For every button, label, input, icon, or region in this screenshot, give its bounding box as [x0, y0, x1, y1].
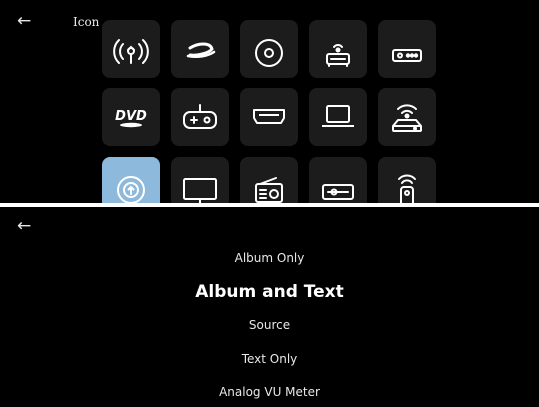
option-album-only[interactable]: Album Only	[0, 251, 539, 265]
icon-tile-network-device[interactable]	[309, 20, 367, 78]
back-arrow-icon[interactable]: ←	[17, 218, 31, 235]
monitor-icon	[183, 178, 217, 203]
icon-tile-antenna-up[interactable]	[102, 20, 160, 78]
gamepad-icon	[183, 104, 217, 129]
icon-tile-laptop[interactable]	[309, 88, 367, 146]
icon-tile-remote[interactable]	[378, 157, 436, 203]
option-album-and-text[interactable]: Album and Text	[0, 282, 539, 302]
icon-tile-radio[interactable]	[240, 157, 298, 203]
dvd-logo-text: DVD	[115, 109, 147, 124]
network-device-icon	[326, 44, 350, 67]
laptop-icon	[322, 105, 354, 127]
option-text-only[interactable]: Text Only	[0, 352, 539, 366]
disc-icon	[255, 39, 283, 67]
icon-tile-bluray[interactable]	[171, 20, 229, 78]
antenna-up-icon	[113, 39, 149, 64]
bluray-icon	[186, 42, 216, 59]
hdmi-icon	[253, 109, 285, 124]
icon-tile-dvd[interactable]: DVD	[102, 88, 160, 146]
router-icon	[392, 104, 422, 132]
streamer-box-icon	[392, 49, 422, 62]
icon-tile-disc[interactable]	[240, 20, 298, 78]
option-source[interactable]: Source	[0, 318, 539, 332]
icon-tile-receiver[interactable]	[309, 157, 367, 203]
option-analog-vu-meter[interactable]: Analog VU Meter	[0, 385, 539, 399]
icon-tile-router[interactable]	[378, 88, 436, 146]
icon-tile-antenna-circle-selected[interactable]	[102, 157, 160, 203]
back-arrow-icon[interactable]: ←	[17, 13, 31, 30]
radio-icon	[255, 177, 283, 203]
icon-tile-monitor[interactable]	[171, 157, 229, 203]
dvd-icon: DVD	[115, 109, 147, 128]
display-mode-screen	[0, 207, 539, 407]
antenna-circle-icon	[117, 176, 145, 203]
receiver-icon	[322, 184, 354, 200]
icon-tile-streamer-box[interactable]	[378, 20, 436, 78]
icon-tile-gamepad[interactable]	[171, 88, 229, 146]
icon-tile-hdmi[interactable]	[240, 88, 298, 146]
page-title: Icon	[73, 15, 100, 29]
remote-icon	[398, 174, 416, 203]
icon-picker-screen: ← Icon DVD	[0, 0, 539, 203]
